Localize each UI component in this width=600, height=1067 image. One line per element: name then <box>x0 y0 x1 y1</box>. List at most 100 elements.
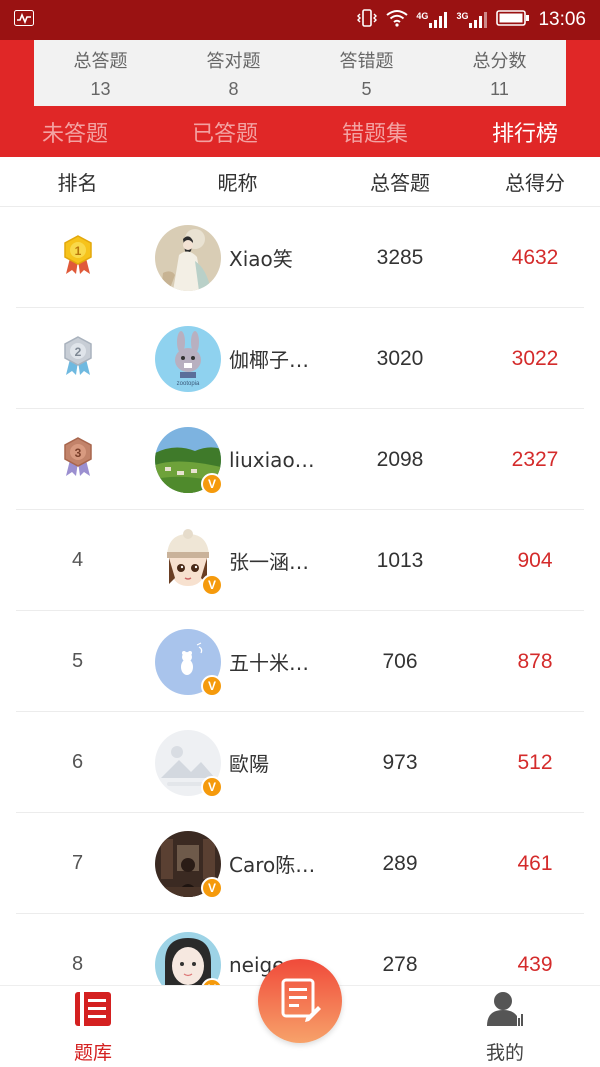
tab-answered[interactable]: 已答题 <box>150 106 300 157</box>
nickname-cell: Xiao笑 <box>155 224 330 291</box>
avatar[interactable]: V <box>155 931 223 985</box>
signal-3g-icon: 3G <box>456 11 488 29</box>
table-row[interactable]: 2 zootopia 伽椰子… 3020 3022 <box>0 308 600 409</box>
silver-medal-icon: 2 <box>61 335 95 383</box>
gold-medal-icon: 1 <box>61 234 95 282</box>
stats-card: 总答题 13 答对题 8 答错题 5 总分数 11 <box>34 40 566 106</box>
nickname: 歐陽 <box>229 752 269 776</box>
rank-cell: 2 <box>0 335 155 383</box>
total-cell: 973 <box>382 750 418 774</box>
stat-value: 5 <box>361 78 372 99</box>
score-cell: 439 <box>517 952 553 976</box>
stat-value: 11 <box>490 78 509 99</box>
nav-label: 我的 <box>485 1042 524 1064</box>
total-cell: 1013 <box>376 548 424 572</box>
svg-text:3: 3 <box>74 446 81 460</box>
verified-badge-icon: V <box>201 775 223 798</box>
quiz-fab-button[interactable] <box>258 959 342 1043</box>
avatar[interactable]: V <box>155 729 223 798</box>
rank-cell: 3 <box>0 436 155 484</box>
score-cell: 878 <box>517 649 553 673</box>
header-nickname: 昵称 <box>217 171 258 195</box>
table-row[interactable]: 7 V Caro陈… 289 461 <box>0 813 600 914</box>
net2-label: 3G <box>456 11 469 21</box>
rank-cell: 4 <box>71 549 84 571</box>
total-cell: 706 <box>382 649 418 673</box>
rank-cell: 1 <box>0 234 155 282</box>
tab-unanswered[interactable]: 未答题 <box>0 106 150 157</box>
stat-value: 8 <box>228 78 239 99</box>
table-row[interactable]: 3 V liuxiao… 2098 2327 <box>0 409 600 510</box>
rank-cell: 8 <box>71 953 84 975</box>
nickname-cell: zootopia 伽椰子… <box>155 325 330 392</box>
score-cell: 904 <box>517 548 553 572</box>
question-bank-icon <box>73 990 113 1032</box>
stat-label: 答对题 <box>206 50 261 72</box>
total-cell: 3285 <box>376 245 424 269</box>
bronze-medal-icon: 3 <box>61 436 95 484</box>
stat-wrong: 答错题 5 <box>300 40 433 106</box>
svg-text:1: 1 <box>74 244 81 258</box>
stat-label: 答错题 <box>339 50 394 72</box>
avatar[interactable] <box>155 224 221 291</box>
net1-label: 4G <box>416 11 429 21</box>
tab-wrong-questions[interactable]: 错题集 <box>300 106 450 157</box>
verified-badge-icon: V <box>201 674 223 697</box>
table-header: 排名 昵称 总答题 总得分 <box>0 157 600 207</box>
nickname: 伽椰子… <box>229 348 309 372</box>
signal-4g-icon: 4G <box>416 11 448 29</box>
vibrate-icon <box>356 8 378 32</box>
activity-monitor-icon <box>14 10 34 30</box>
nickname-cell: V 张一涵… <box>155 527 330 596</box>
nav-label: 题库 <box>73 1042 112 1064</box>
score-cell: 461 <box>517 851 553 875</box>
nickname-cell: V Caro陈… <box>155 830 330 899</box>
stat-value: 13 <box>90 78 111 99</box>
wifi-icon <box>386 9 409 32</box>
table-row[interactable]: 1 Xiao笑 3285 4632 <box>0 207 600 308</box>
avatar[interactable]: zootopia <box>155 325 221 392</box>
stat-total-answered: 总答题 13 <box>34 40 167 106</box>
stat-label: 总答题 <box>73 50 128 72</box>
nickname-cell: V 五十米… <box>155 628 330 697</box>
avatar[interactable]: V <box>155 426 223 495</box>
nickname: 五十米… <box>229 651 309 675</box>
nickname: liuxiao… <box>229 447 315 472</box>
nickname: 张一涵… <box>229 550 309 574</box>
tab-bar: 未答题 已答题 错题集 排行榜 <box>0 106 600 157</box>
total-cell: 3020 <box>376 346 424 370</box>
verified-badge-icon: V <box>201 472 223 495</box>
score-cell: 4632 <box>511 245 559 269</box>
header-total: 总答题 <box>370 171 430 195</box>
avatar[interactable]: V <box>155 830 223 899</box>
nav-question-bank[interactable]: 题库 <box>48 990 138 1065</box>
svg-text:2: 2 <box>74 345 81 359</box>
total-cell: 278 <box>382 952 418 976</box>
score-cell: 2327 <box>511 447 559 471</box>
verified-badge-icon: V <box>201 573 223 596</box>
score-cell: 3022 <box>511 346 559 370</box>
tab-leaderboard[interactable]: 排行榜 <box>450 106 600 157</box>
status-bar: 4G 3G 13:06 <box>0 0 600 40</box>
leaderboard-list[interactable]: 1 Xiao笑 3285 4632 2 zootopia 伽椰子… 3020 3… <box>0 207 600 985</box>
avatar[interactable]: V <box>155 628 223 697</box>
verified-badge-icon: V <box>201 876 223 899</box>
stat-correct: 答对题 8 <box>167 40 300 106</box>
rank-cell: 6 <box>71 751 84 773</box>
header-rank: 排名 <box>57 171 98 195</box>
table-row[interactable]: 5 V 五十米… 706 878 <box>0 611 600 712</box>
nickname: Caro陈… <box>229 853 316 877</box>
clock: 13:06 <box>538 9 586 30</box>
header-score: 总得分 <box>505 171 565 195</box>
nickname: Xiao笑 <box>229 247 293 271</box>
stat-label: 总分数 <box>472 50 527 72</box>
user-icon <box>485 990 525 1032</box>
edit-document-icon <box>278 976 322 1026</box>
score-cell: 512 <box>517 750 553 774</box>
table-row[interactable]: 6 V 歐陽 973 512 <box>0 712 600 813</box>
rank-cell: 5 <box>71 650 84 672</box>
avatar[interactable]: V <box>155 527 223 596</box>
nav-profile[interactable]: 我的 <box>460 990 550 1065</box>
table-row[interactable]: 4 V 张一涵… 1013 904 <box>0 510 600 611</box>
total-cell: 2098 <box>376 447 424 471</box>
